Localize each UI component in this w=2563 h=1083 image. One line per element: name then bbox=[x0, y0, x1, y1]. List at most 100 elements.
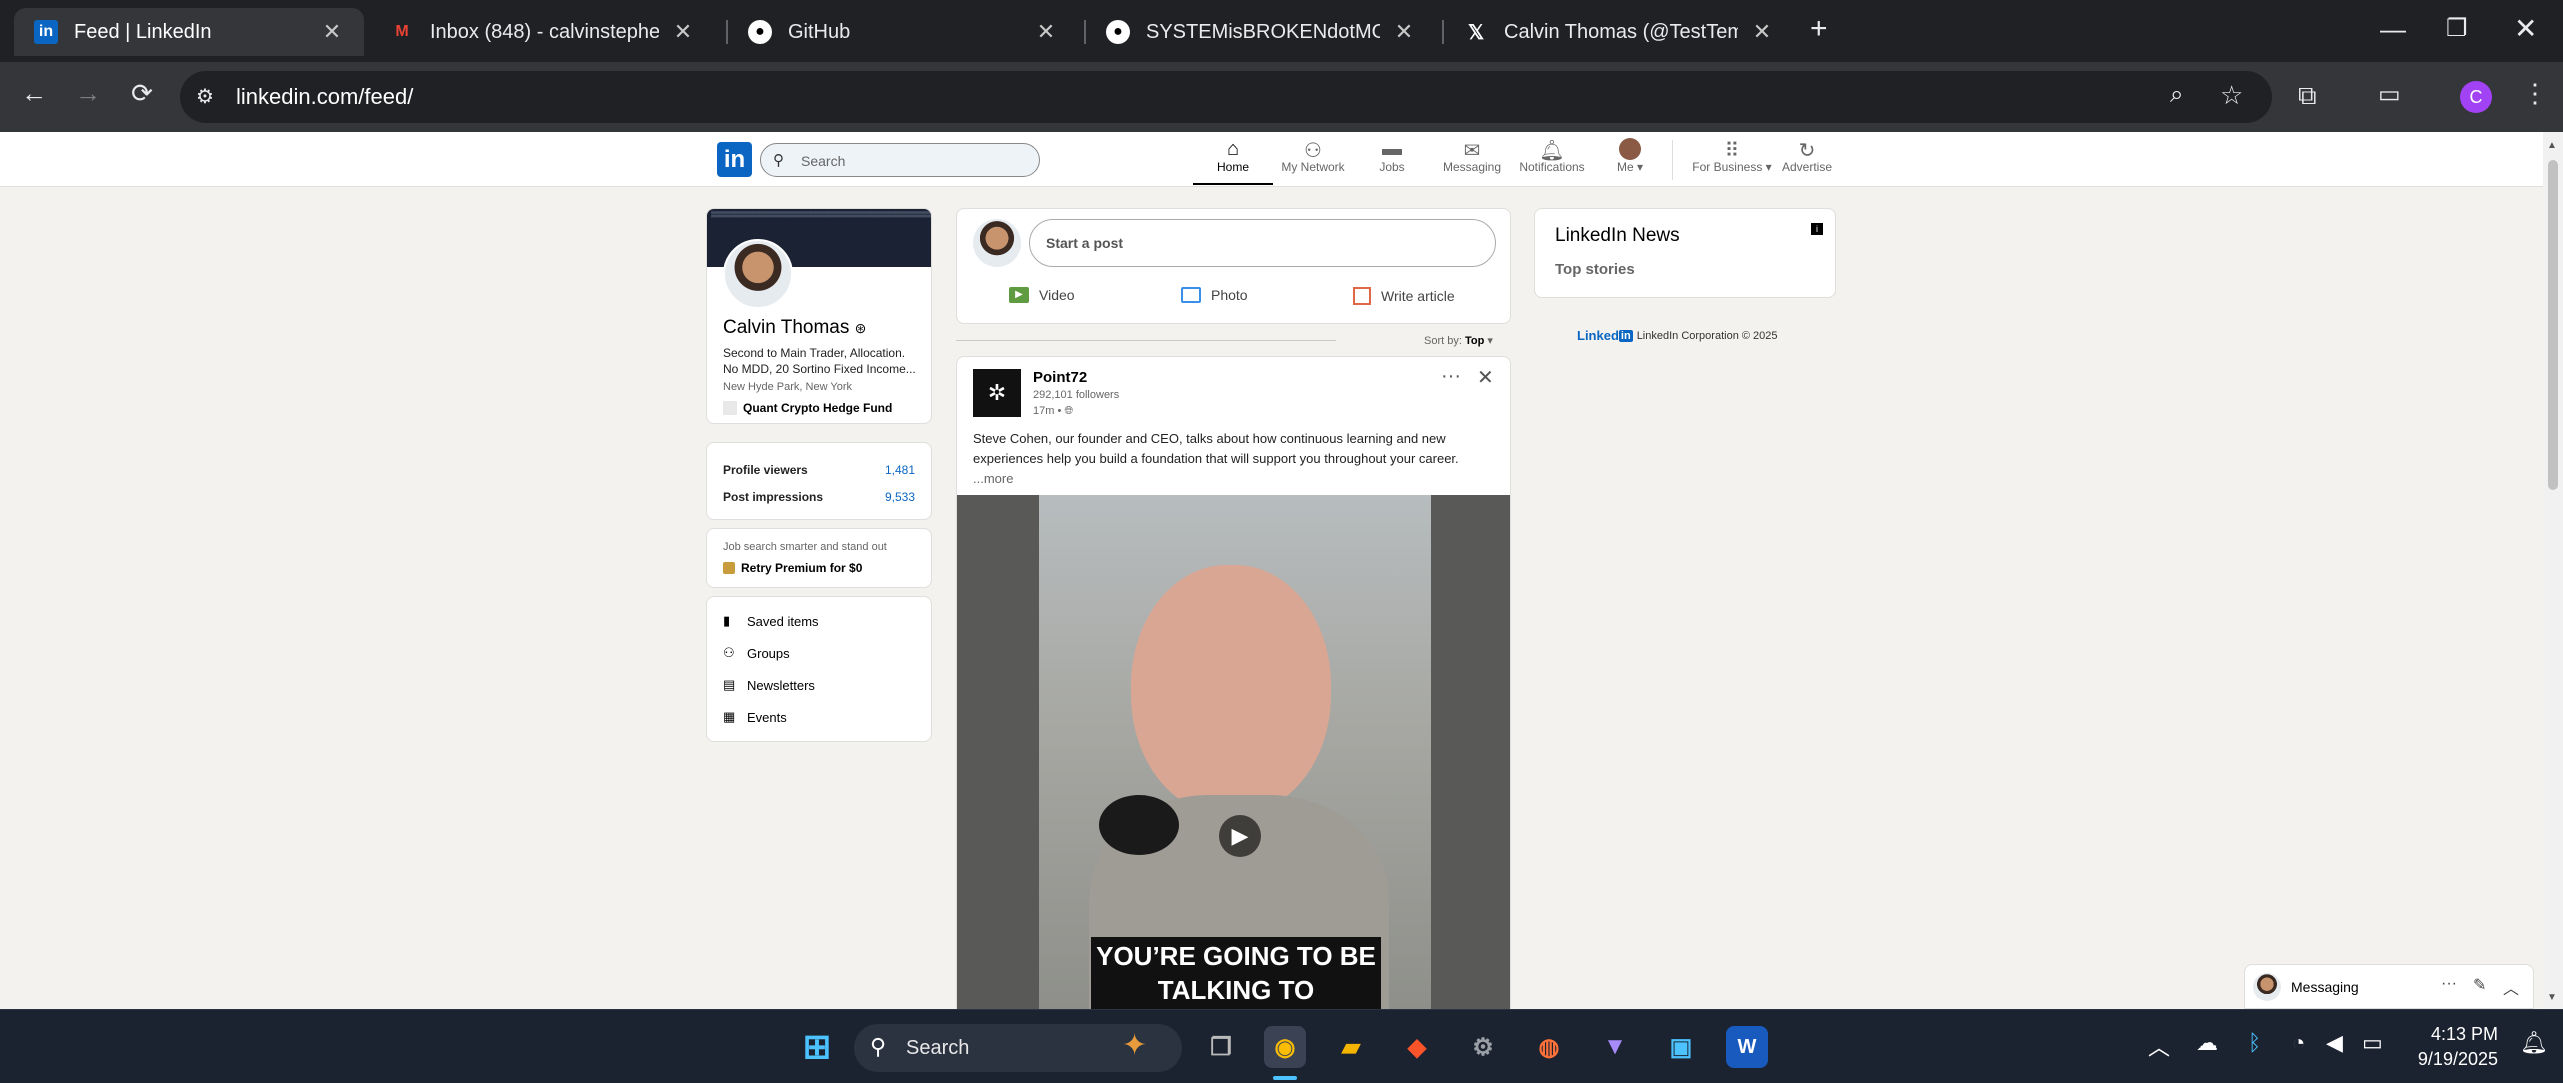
profile-avatar[interactable]: C bbox=[2460, 81, 2492, 113]
reload-button[interactable]: ⟳ bbox=[122, 78, 162, 109]
profile-viewers-value[interactable]: 1,481 bbox=[885, 463, 915, 477]
chevron-up-icon[interactable]: ︿ bbox=[2148, 1030, 2170, 1062]
file-explorer-icon[interactable]: ▰ bbox=[1330, 1026, 1372, 1068]
compose-icon[interactable]: ✎ bbox=[2473, 975, 2486, 995]
forward-button[interactable]: → bbox=[68, 78, 108, 109]
firefox-icon[interactable]: ◍ bbox=[1528, 1026, 1570, 1068]
close-tab-icon[interactable]: ✕ bbox=[1034, 19, 1058, 45]
nav-me[interactable]: Me ▾ bbox=[1590, 138, 1670, 174]
tab-github[interactable]: ● GitHub ✕ bbox=[728, 8, 1078, 56]
retry-premium-link[interactable]: Retry Premium for $0 bbox=[723, 561, 862, 575]
home-icon: ⌂ bbox=[1226, 138, 1240, 160]
url-text[interactable]: linkedin.com/feed/ bbox=[236, 84, 413, 110]
cast-icon[interactable]: ▭ bbox=[2378, 80, 2401, 109]
nav-for-business[interactable]: ⠿ For Business ▾ bbox=[1685, 138, 1779, 174]
post-impressions-value[interactable]: 9,533 bbox=[885, 490, 915, 504]
post-options-icon[interactable]: ··· bbox=[1441, 365, 1461, 388]
nav-home[interactable]: ⌂ Home bbox=[1193, 138, 1273, 174]
tab-x-profile[interactable]: 𝕏 Calvin Thomas (@TestTempAI) / ✕ bbox=[1444, 8, 1794, 56]
back-button[interactable]: ← bbox=[14, 78, 54, 109]
close-tab-icon[interactable]: ✕ bbox=[320, 19, 344, 45]
messaging-options-icon[interactable]: ··· bbox=[2441, 975, 2457, 993]
close-tab-icon[interactable]: ✕ bbox=[671, 19, 695, 45]
nav-notifications[interactable]: 🔔︎ Notifications bbox=[1512, 138, 1592, 174]
write-article-button[interactable]: Write article bbox=[1353, 287, 1455, 305]
close-tab-icon[interactable]: ✕ bbox=[1392, 19, 1416, 45]
app-icon[interactable]: ▼ bbox=[1594, 1026, 1636, 1068]
bell-icon: 🔔︎ bbox=[1539, 140, 1565, 162]
battery-icon[interactable]: ▭ bbox=[2362, 1030, 2383, 1056]
zoom-icon[interactable]: ⌕ bbox=[2170, 81, 2183, 109]
nav-jobs[interactable]: ▬ Jobs bbox=[1352, 138, 1432, 174]
saved-items-link[interactable]: ▮ Saved items bbox=[723, 613, 819, 629]
photos-icon[interactable]: ▣ bbox=[1660, 1026, 1702, 1068]
newsletters-link[interactable]: ▤ Newsletters bbox=[723, 677, 815, 693]
see-more-link[interactable]: ...more bbox=[973, 471, 1013, 486]
restore-button[interactable]: ❐ bbox=[2446, 14, 2468, 43]
company-logo[interactable]: ✲ bbox=[973, 369, 1021, 417]
onedrive-icon[interactable]: ☁ bbox=[2196, 1030, 2218, 1056]
scroll-down-icon[interactable]: ▼ bbox=[2547, 992, 2557, 1003]
news-title: LinkedIn News bbox=[1555, 225, 1680, 246]
settings-icon[interactable]: ⚙ bbox=[1462, 1026, 1504, 1068]
tab-linkedin-feed[interactable]: in Feed | LinkedIn ✕ bbox=[14, 8, 364, 56]
photo-button[interactable]: Photo bbox=[1181, 287, 1248, 303]
nav-advertise[interactable]: ↻ Advertise bbox=[1767, 138, 1847, 174]
profile-company[interactable]: Quant Crypto Hedge Fund bbox=[723, 401, 892, 415]
tab-title: Feed | LinkedIn bbox=[74, 20, 212, 43]
search-input[interactable]: ⚲ Search bbox=[760, 143, 1040, 177]
post-video[interactable]: ▶ YOU’RE GOING TO BE TALKING TO bbox=[957, 495, 1510, 1009]
sort-dropdown[interactable]: Sort by: Top ▾ bbox=[1424, 334, 1493, 347]
dismiss-post-icon[interactable]: ✕ bbox=[1477, 365, 1494, 390]
events-link[interactable]: ▦ Events bbox=[723, 709, 787, 725]
scrollbar[interactable]: ▲ ▼ bbox=[2543, 132, 2563, 1009]
new-tab-button[interactable]: + bbox=[1810, 12, 1828, 46]
groups-link[interactable]: ⚇ Groups bbox=[723, 645, 790, 661]
taskbar-search[interactable]: ⚲ Search ✦ bbox=[854, 1024, 1182, 1072]
write-article-label: Write article bbox=[1381, 288, 1455, 304]
play-icon[interactable]: ▶ bbox=[1219, 815, 1261, 857]
start-post-button[interactable]: Start a post bbox=[1029, 219, 1496, 267]
nav-messaging[interactable]: ✉ Messaging bbox=[1432, 138, 1512, 174]
bookmark-star-icon[interactable]: ☆ bbox=[2220, 80, 2243, 111]
close-tab-icon[interactable]: ✕ bbox=[1750, 19, 1774, 45]
search-highlight-icon: ✦ bbox=[1122, 1029, 1148, 1062]
news-card: LinkedIn News i Top stories bbox=[1534, 208, 1836, 298]
site-info-icon[interactable]: ⚙ bbox=[196, 84, 214, 109]
linkedin-logo[interactable]: in bbox=[717, 142, 752, 177]
omnibox[interactable]: ⚙ linkedin.com/feed/ ⌕ ☆ bbox=[180, 71, 2272, 123]
extensions-icon[interactable]: ⧉ bbox=[2298, 80, 2317, 112]
wifi-icon[interactable]: ◔ bbox=[2292, 1030, 2305, 1056]
nav-my-network[interactable]: ⚇ My Network bbox=[1273, 138, 1353, 174]
messaging-overlay[interactable]: Messaging ··· ✎ ︿ bbox=[2244, 964, 2534, 1009]
tab-github-repo[interactable]: ● SYSTEMisBROKENdotMOVs/BL ✕ bbox=[1086, 8, 1436, 56]
profile-name-text[interactable]: Calvin Thomas bbox=[723, 317, 849, 338]
info-icon[interactable]: i bbox=[1811, 223, 1823, 235]
scrollbar-thumb[interactable] bbox=[2548, 160, 2558, 490]
composer-avatar[interactable] bbox=[973, 219, 1021, 267]
post-impressions-label[interactable]: Post impressions bbox=[723, 490, 823, 504]
profile-name[interactable]: Calvin Thomas ⊛ bbox=[723, 317, 866, 339]
word-icon[interactable]: W bbox=[1726, 1026, 1768, 1068]
bluetooth-icon[interactable]: ᛒ bbox=[2248, 1030, 2261, 1056]
footer-text: LinkedIn Corporation © 2025 bbox=[1636, 329, 1778, 342]
post-author[interactable]: Point72 bbox=[1033, 369, 1087, 386]
chevron-up-icon[interactable]: ︿ bbox=[2503, 975, 2519, 999]
video-icon: ▶ bbox=[1009, 287, 1029, 303]
brave-icon[interactable]: ◆ bbox=[1396, 1026, 1438, 1068]
menu-icon[interactable]: ⋮ bbox=[2522, 78, 2548, 109]
chrome-icon[interactable]: ◉ bbox=[1264, 1026, 1306, 1068]
premium-card[interactable]: Job search smarter and stand out Retry P… bbox=[706, 528, 932, 588]
notifications-icon[interactable]: 🔔︎ bbox=[2520, 1030, 2548, 1056]
close-window-button[interactable]: ✕ bbox=[2514, 12, 2537, 45]
minimize-button[interactable]: — bbox=[2380, 14, 2406, 45]
tab-gmail[interactable]: M Inbox (848) - calvinstephenthom ✕ bbox=[370, 8, 715, 56]
video-button[interactable]: ▶ Video bbox=[1009, 287, 1075, 303]
profile-viewers-label[interactable]: Profile viewers bbox=[723, 463, 808, 477]
profile-avatar[interactable] bbox=[723, 239, 793, 309]
task-view-icon[interactable]: ❐ bbox=[1200, 1026, 1242, 1068]
start-icon[interactable]: ⊞ bbox=[796, 1026, 838, 1068]
clock[interactable]: 4:13 PM 9/19/2025 bbox=[2410, 1024, 2498, 1070]
scroll-up-icon[interactable]: ▲ bbox=[2547, 140, 2557, 151]
volume-icon[interactable]: ◀ bbox=[2326, 1030, 2343, 1056]
